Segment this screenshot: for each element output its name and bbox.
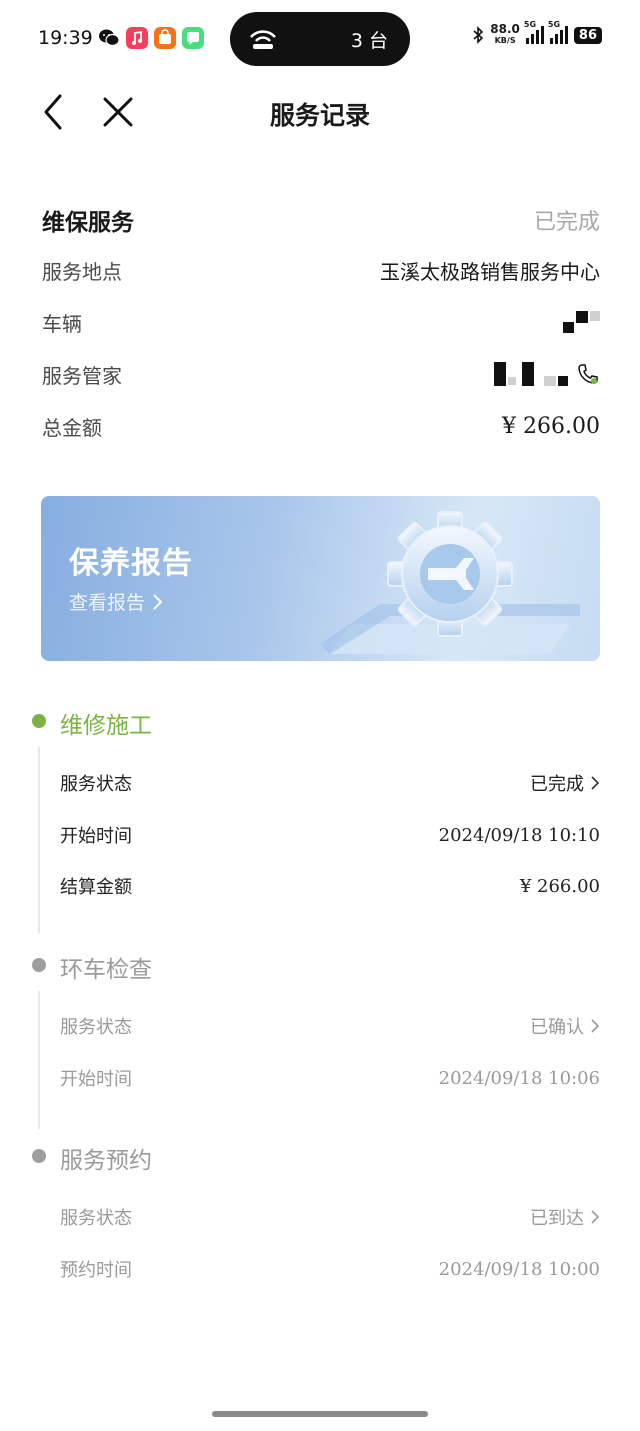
status-time: 19:39 xyxy=(38,27,93,49)
row-label: 开始时间 xyxy=(60,1069,132,1090)
row-label: 服务状态 xyxy=(60,774,132,795)
messages-app-icon xyxy=(182,27,204,49)
row-value: 2024/09/18 10:00 xyxy=(438,1258,600,1280)
service-status-badge: 已完成 xyxy=(533,210,600,235)
dynamic-island[interactable]: 3 台 xyxy=(230,12,410,66)
gear-wrench-icon xyxy=(320,511,580,654)
row-value: 2024/09/18 10:10 xyxy=(438,824,600,846)
row-label: 服务状态 xyxy=(60,1017,132,1038)
row-value: 已确认 xyxy=(530,1013,600,1039)
row-value: ¥ 266.00 xyxy=(519,875,600,897)
row-label: 结算金额 xyxy=(60,877,132,898)
row-value: 已到达 xyxy=(530,1204,600,1230)
wechat-icon xyxy=(99,29,120,47)
navigation-bar: 服务记录 xyxy=(0,78,640,146)
signal-strength-icon: 5G xyxy=(524,20,544,44)
pill-status-text: 3 台 xyxy=(350,30,388,52)
car-connect-icon xyxy=(250,30,276,49)
row-label: 开始时间 xyxy=(60,826,132,847)
view-report-link[interactable]: 查看报告 xyxy=(69,588,163,615)
summary-row-total: 总金额 ¥ 266.00 xyxy=(42,400,600,452)
page-title: 服务记录 xyxy=(269,101,370,130)
summary-label: 服务管家 xyxy=(42,363,122,388)
summary-value: 玉溪太极路销售服务中心 xyxy=(380,259,600,284)
notification-icons xyxy=(98,27,204,49)
network-speed: 88.0 KB/S xyxy=(490,22,520,45)
row-value: 已完成 xyxy=(530,770,600,796)
total-amount: ¥ 266.00 xyxy=(502,413,600,439)
stage-row-status[interactable]: 服务状态 已完成 xyxy=(60,763,600,803)
chevron-right-icon xyxy=(591,1210,600,1224)
stage-row-start-time: 开始时间 2024/09/18 10:06 xyxy=(60,1058,600,1098)
shopping-app-icon xyxy=(154,27,176,49)
stage-title: 维修施工 xyxy=(60,713,152,739)
banner-title: 保养报告 xyxy=(69,546,193,581)
service-summary: 维保服务 已完成 服务地点 玉溪太极路销售服务中心 车辆 服务管家 总金额 ¥ … xyxy=(42,196,600,452)
redaction-mosaic xyxy=(494,362,568,386)
row-label: 服务状态 xyxy=(60,1208,132,1229)
stage-dot xyxy=(32,1149,46,1163)
chevron-right-icon xyxy=(153,593,163,610)
stage-row-appointment-time: 预约时间 2024/09/18 10:00 xyxy=(60,1249,600,1289)
music-app-icon xyxy=(126,27,148,49)
stage-title: 环车检查 xyxy=(60,957,152,983)
view-report-label: 查看报告 xyxy=(69,592,146,614)
maintenance-report-banner[interactable]: 保养报告 查看报告 xyxy=(41,496,600,661)
row-label: 预约时间 xyxy=(60,1260,132,1281)
chevron-right-icon xyxy=(591,776,600,790)
bluetooth-icon xyxy=(473,26,484,44)
system-icons: 88.0 KB/S 5G 5G 86 xyxy=(472,20,602,46)
summary-row-vehicle: 车辆 xyxy=(42,296,600,348)
summary-row-advisor: 服务管家 xyxy=(42,348,600,400)
summary-row-location: 服务地点 玉溪太极路销售服务中心 xyxy=(42,244,600,296)
signal-strength-icon-2: 5G xyxy=(548,20,568,44)
stage-dot-active xyxy=(32,714,46,728)
home-indicator[interactable] xyxy=(212,1411,428,1417)
stage-row-status[interactable]: 服务状态 已确认 xyxy=(60,1006,600,1046)
summary-label: 车辆 xyxy=(42,311,82,336)
redaction-mosaic xyxy=(563,311,600,333)
status-bar: 19:39 3 台 88.0 KB/S 5G 5G 86 xyxy=(0,0,640,78)
row-value: 2024/09/18 10:06 xyxy=(438,1067,600,1089)
vehicle-value-redacted xyxy=(563,311,600,333)
timeline-connector xyxy=(38,991,40,1129)
service-type-title: 维保服务 xyxy=(42,209,134,236)
timeline-connector xyxy=(38,747,40,933)
phone-call-icon[interactable] xyxy=(576,362,600,386)
summary-label: 总金额 xyxy=(42,415,102,440)
stage-row-settlement: 结算金额 ¥ 266.00 xyxy=(60,866,600,906)
stage-row-status[interactable]: 服务状态 已到达 xyxy=(60,1197,600,1237)
summary-label: 服务地点 xyxy=(42,259,122,284)
chevron-right-icon xyxy=(591,1019,600,1033)
stage-row-start-time: 开始时间 2024/09/18 10:10 xyxy=(60,815,600,855)
battery-indicator: 86 xyxy=(573,26,602,44)
stage-dot xyxy=(32,958,46,972)
stage-title: 服务预约 xyxy=(60,1148,152,1174)
advisor-value-redacted xyxy=(494,362,600,386)
summary-header: 维保服务 已完成 xyxy=(42,196,600,244)
